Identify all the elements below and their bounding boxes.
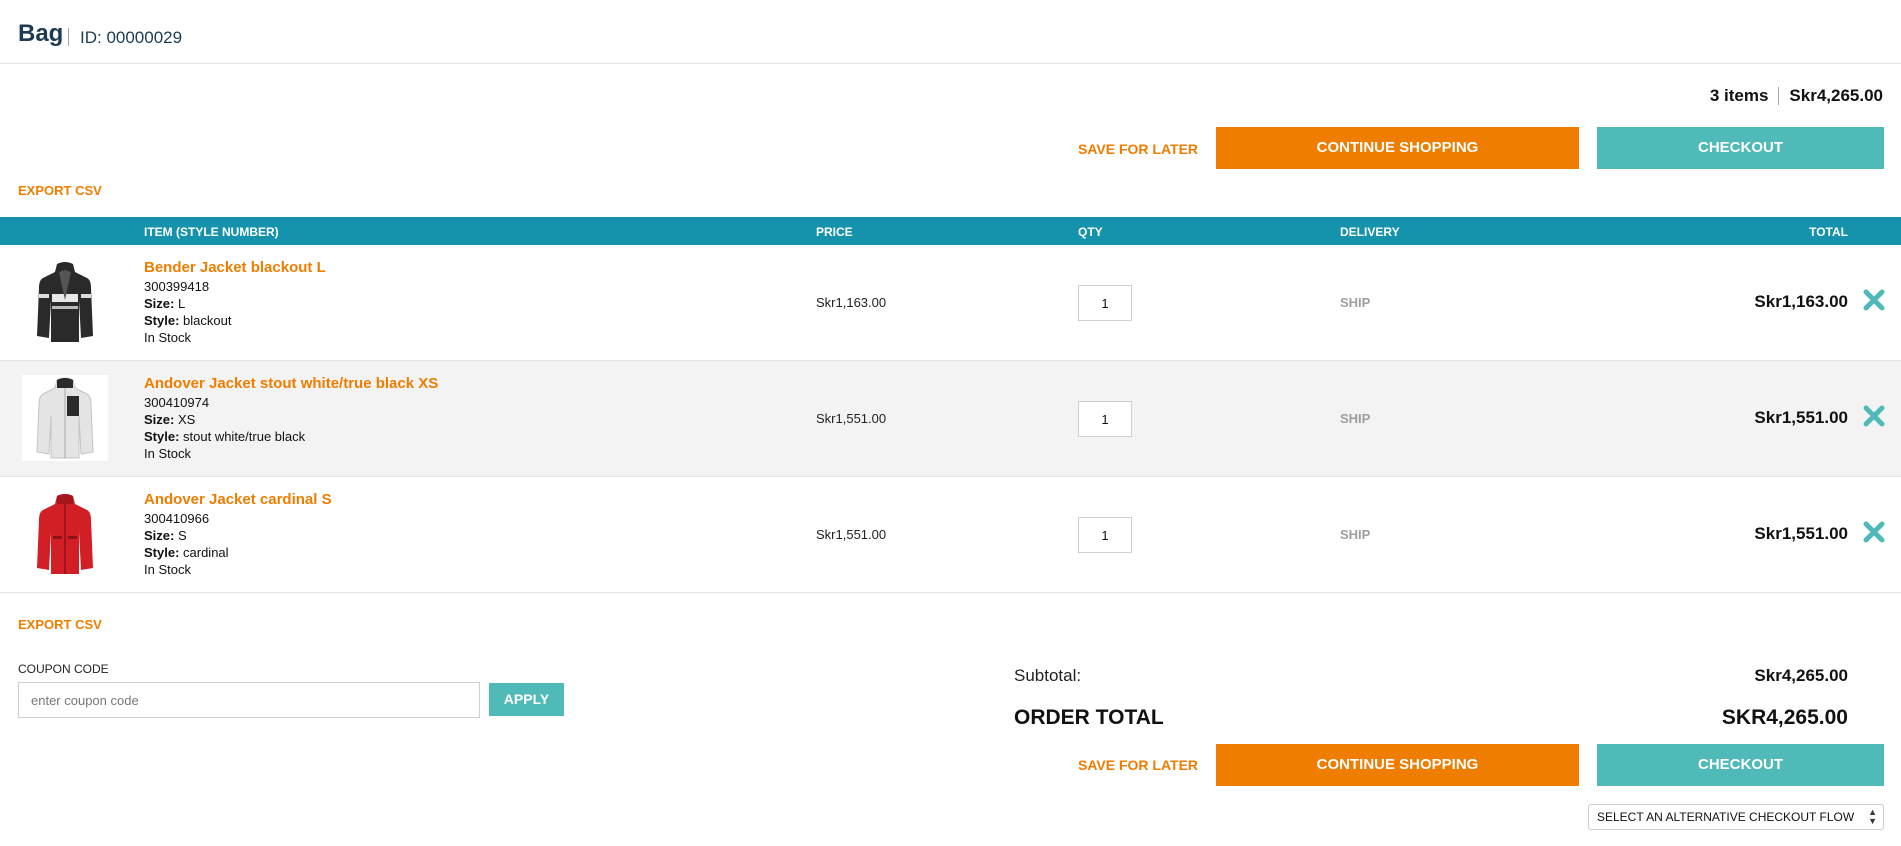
size-label: Size: <box>144 296 175 311</box>
column-header-qty: QTY <box>1078 225 1103 239</box>
delivery-method: SHIP <box>1340 527 1371 542</box>
size-label: Size: <box>144 412 175 427</box>
style-value: blackout <box>179 313 232 328</box>
table-header: ITEM (STYLE NUMBER) PRICE QTY DELIVERY T… <box>0 217 1901 245</box>
remove-item-icon[interactable] <box>1859 285 1889 315</box>
item-count: 3 items <box>1709 86 1769 105</box>
item-name-link[interactable]: Andover Jacket stout white/true black XS <box>144 375 438 392</box>
continue-shopping-button-top[interactable]: CONTINUE SHOPPING <box>1216 127 1579 169</box>
size-value: XS <box>174 412 196 427</box>
export-csv-link-bottom[interactable]: EXPORT CSV <box>18 617 102 632</box>
coupon-code-input[interactable] <box>18 682 480 718</box>
item-style: Style: blackout <box>144 312 326 329</box>
table-row: Andover Jacket stout white/true black XS… <box>0 361 1901 477</box>
item-price: Skr1,551.00 <box>816 527 887 542</box>
column-header-total: TOTAL <box>1809 225 1848 239</box>
item-price: Skr1,551.00 <box>816 411 887 426</box>
page-title: Bag <box>18 20 64 47</box>
item-name-link[interactable]: Andover Jacket cardinal S <box>144 491 332 508</box>
jacket-red-icon[interactable] <box>22 491 108 577</box>
table-row: Bender Jacket blackout L 300399418 Size:… <box>0 245 1901 361</box>
quantity-input[interactable] <box>1078 517 1132 553</box>
bag-summary: 3 items Skr4,265.00 <box>1710 86 1883 106</box>
size-value: S <box>174 528 187 543</box>
select-arrows-icon: ▲ ▼ <box>1868 807 1877 826</box>
page-header: Bag ID: 00000029 <box>0 0 1901 64</box>
item-size: Size: S <box>144 527 332 544</box>
item-info: Andover Jacket cardinal S 300410966 Size… <box>144 491 332 578</box>
checkout-button-top[interactable]: CHECKOUT <box>1597 127 1884 169</box>
coupon-label: COUPON CODE <box>18 662 109 676</box>
checkout-button-bottom[interactable]: CHECKOUT <box>1597 744 1884 786</box>
style-number: 300410974 <box>144 395 210 410</box>
column-header-price: PRICE <box>816 225 853 239</box>
remove-item-icon[interactable] <box>1859 401 1889 431</box>
item-total: Skr1,551.00 <box>1754 408 1848 427</box>
style-number: 300399418 <box>144 279 210 294</box>
item-total: Skr1,163.00 <box>1754 292 1848 311</box>
item-info: Bender Jacket blackout L 300399418 Size:… <box>144 259 326 346</box>
alternative-checkout-select[interactable]: SELECT AN ALTERNATIVE CHECKOUT FLOW ▲ ▼ <box>1588 804 1884 830</box>
quantity-input[interactable] <box>1078 401 1132 437</box>
alternative-checkout-selected: SELECT AN ALTERNATIVE CHECKOUT FLOW <box>1597 810 1855 824</box>
item-name-link[interactable]: Bender Jacket blackout L <box>144 259 326 276</box>
item-size: Size: XS <box>144 411 438 428</box>
save-for-later-link-top[interactable]: SAVE FOR LATER <box>1078 141 1198 157</box>
item-style: Style: cardinal <box>144 544 332 561</box>
quantity-input[interactable] <box>1078 285 1132 321</box>
item-price: Skr1,163.00 <box>816 295 887 310</box>
save-for-later-link-bottom[interactable]: SAVE FOR LATER <box>1078 757 1198 773</box>
style-label: Style: <box>144 545 180 560</box>
remove-item-icon[interactable] <box>1859 517 1889 547</box>
subtotal-label: Subtotal: <box>1014 666 1082 685</box>
title-divider <box>68 28 69 46</box>
size-value: L <box>174 296 186 311</box>
style-label: Style: <box>144 313 180 328</box>
column-header-item: ITEM (STYLE NUMBER) <box>144 225 279 239</box>
stock-status: In Stock <box>144 330 191 345</box>
item-total: Skr1,551.00 <box>1754 524 1848 543</box>
style-value: cardinal <box>179 545 229 560</box>
bag-id: ID: 00000029 <box>80 28 183 47</box>
continue-shopping-button-bottom[interactable]: CONTINUE SHOPPING <box>1216 744 1579 786</box>
apply-coupon-button[interactable]: APPLY <box>489 683 564 716</box>
order-total-value: SKR4,265.00 <box>1721 706 1848 729</box>
column-header-delivery: DELIVERY <box>1340 225 1400 239</box>
item-info: Andover Jacket stout white/true black XS… <box>144 375 438 462</box>
summary-amount: Skr4,265.00 <box>1789 86 1883 105</box>
item-style: Style: stout white/true black <box>144 428 438 445</box>
style-value: stout white/true black <box>179 429 306 444</box>
summary-divider <box>1778 87 1780 105</box>
order-total-label: ORDER TOTAL <box>1014 706 1164 729</box>
stock-status: In Stock <box>144 562 191 577</box>
export-csv-link-top[interactable]: EXPORT CSV <box>18 183 102 198</box>
item-size: Size: L <box>144 295 326 312</box>
delivery-method: SHIP <box>1340 295 1371 310</box>
jacket-black-icon[interactable] <box>22 259 108 345</box>
subtotal-value: Skr4,265.00 <box>1754 666 1848 685</box>
size-label: Size: <box>144 528 175 543</box>
style-label: Style: <box>144 429 180 444</box>
delivery-method: SHIP <box>1340 411 1371 426</box>
table-row: Andover Jacket cardinal S 300410966 Size… <box>0 477 1901 593</box>
jacket-white-icon[interactable] <box>22 375 108 461</box>
style-number: 300410966 <box>144 511 210 526</box>
stock-status: In Stock <box>144 446 191 461</box>
